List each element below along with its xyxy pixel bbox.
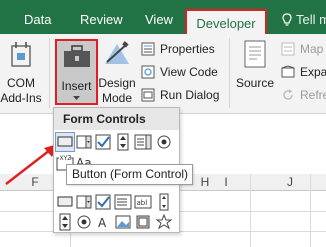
column-header-j[interactable]: J [280,174,300,191]
map-properties-button[interactable]: Map Pr [281,39,326,59]
spin-button-control-icon[interactable] [114,133,132,151]
chevron-down-icon [73,96,80,100]
activex-option-button-icon[interactable] [75,213,93,231]
form-controls-heading: Form Controls [54,108,179,130]
insert-button[interactable]: Insert [55,39,98,105]
checkbox-control-icon[interactable] [94,133,112,151]
run-dialog-label: Run Dialog [160,88,220,102]
ribbon-separator [49,38,50,108]
refresh-data-button[interactable]: Refres [281,85,326,105]
svg-text:abl: abl [137,199,148,207]
tab-data[interactable]: Data [24,0,51,34]
toolbox-icon [63,44,91,68]
source-button[interactable]: Source [233,34,277,112]
tab-developer[interactable]: Developer [185,9,267,35]
properties-icon [141,42,155,56]
design-mode-button[interactable]: Design Mode [98,34,136,112]
com-addins-label: COM Add-Ins [0,76,42,105]
com-addins-icon [9,40,33,68]
button-control-icon[interactable] [55,132,75,152]
combo-box-control-icon[interactable] [75,133,93,151]
activex-list-box-icon[interactable] [114,193,132,211]
properties-label: Properties [160,42,215,56]
activex-spin-button-icon[interactable] [56,213,74,231]
map-properties-label: Map Pr [300,42,326,56]
tab-view[interactable]: View [145,0,173,34]
svg-text:XYZ: XYZ [60,155,72,162]
com-addins-button[interactable]: COM Add-Ins [0,34,42,112]
refresh-data-label: Refres [300,88,326,102]
activex-more-controls-icon[interactable] [155,213,173,231]
expansion-packs-icon [281,65,295,79]
source-icon [242,40,268,68]
ribbon-tab-bar: Data Review View Developer Tell me [0,0,326,35]
view-code-icon [141,65,155,79]
ribbon-developer: COM Add-Ins Insert Design Mode Propertie… [0,34,326,114]
source-label: Source [235,76,275,90]
refresh-icon [281,88,295,102]
activex-combo-box-icon[interactable] [75,193,93,211]
design-mode-icon [103,40,131,66]
properties-button[interactable]: Properties [141,39,221,59]
activex-toggle-button-icon[interactable] [134,213,152,231]
expansion-packs-button[interactable]: Expar [281,62,326,82]
run-dialog-icon [141,88,155,102]
activex-text-box-icon[interactable]: abl [134,193,152,211]
activex-image-icon[interactable] [114,213,132,231]
lightbulb-icon [282,13,292,27]
activex-label-icon[interactable]: A [94,213,112,231]
list-box-control-icon[interactable] [134,133,152,151]
column-header-i[interactable]: I [216,174,236,191]
activex-checkbox-icon[interactable] [94,193,112,211]
run-dialog-button[interactable]: Run Dialog [141,85,221,105]
insert-label: Insert [61,79,92,93]
activex-scroll-bar-icon[interactable] [155,193,173,211]
button-control-tooltip: Button (Form Control) [66,164,193,185]
option-button-control-icon[interactable] [155,133,173,151]
map-properties-icon [281,42,295,56]
activex-command-button-icon[interactable] [56,193,74,211]
tab-review[interactable]: Review [80,0,123,34]
view-code-label: View Code [160,65,218,79]
ribbon-separator [229,38,230,108]
expansion-packs-label: Expar [300,65,326,79]
view-code-button[interactable]: View Code [141,62,221,82]
svg-text:A: A [98,216,107,230]
design-mode-label: Design Mode [98,76,136,105]
column-header-h[interactable]: H [195,174,215,191]
